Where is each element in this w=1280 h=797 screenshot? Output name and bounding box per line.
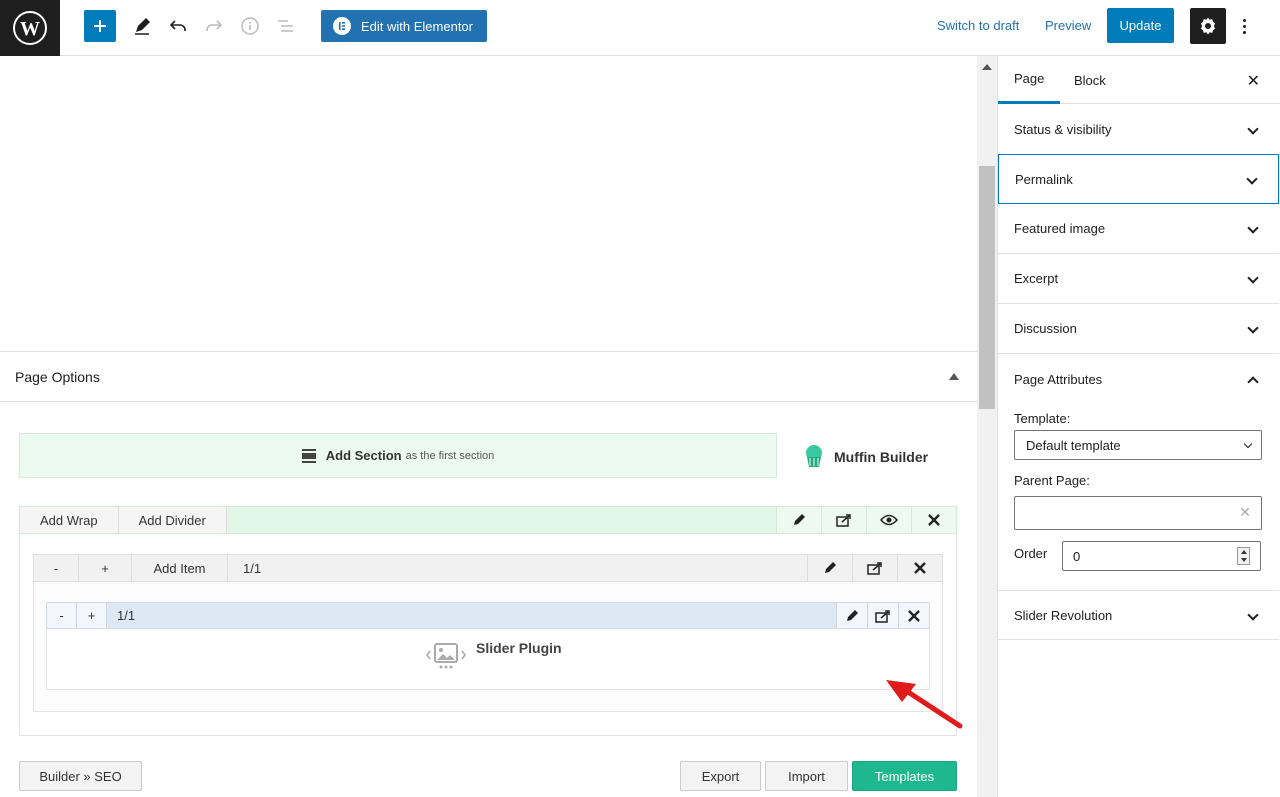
panel-slider-revolution[interactable]: Slider Revolution	[998, 590, 1279, 640]
parent-page-input[interactable]: ✕	[1014, 496, 1262, 530]
edit-pencil-icon[interactable]	[776, 507, 821, 533]
edit-pencil-icon[interactable]	[836, 603, 867, 628]
muffin-icon	[806, 445, 822, 467]
panel-featured-image[interactable]: Featured image	[998, 204, 1279, 254]
chevron-down-icon	[1243, 439, 1253, 449]
edit-with-elementor-button[interactable]: Edit with Elementor	[321, 10, 487, 42]
decrease-size-button[interactable]: -	[47, 603, 77, 628]
wordpress-logo-icon[interactable]: W	[0, 0, 60, 56]
editor-scrollbar[interactable]	[977, 56, 997, 797]
red-arrow-annotation	[886, 680, 963, 729]
panel-label: Featured image	[1014, 221, 1106, 236]
panel-label: Page Attributes	[1014, 371, 1103, 387]
chevron-down-icon	[1247, 322, 1259, 334]
panel-label: Slider Revolution	[1014, 607, 1113, 623]
edit-pencil-icon[interactable]	[124, 10, 160, 42]
template-value: Default template	[1026, 437, 1121, 453]
scroll-up-icon[interactable]	[982, 64, 992, 70]
info-icon[interactable]	[232, 10, 268, 42]
switch-to-draft-button[interactable]: Switch to draft	[937, 18, 1019, 33]
muffin-brand-label: Muffin Builder	[834, 449, 929, 465]
preview-button[interactable]: Preview	[1045, 18, 1091, 33]
close-icon[interactable]	[898, 603, 929, 628]
page-options-title: Page Options	[15, 368, 100, 385]
slider-plugin-item[interactable]: Slider Plugin	[426, 640, 562, 670]
parent-page-label: Parent Page:	[1014, 473, 1090, 488]
section-icon	[301, 448, 316, 463]
slider-image-icon	[426, 643, 466, 669]
decrease-size-button[interactable]: -	[34, 555, 79, 581]
export-button[interactable]: Export	[680, 761, 761, 791]
scrollbar-thumb[interactable]	[979, 166, 995, 409]
elementor-icon	[333, 17, 351, 35]
order-input[interactable]: 0	[1062, 541, 1261, 571]
top-toolbar: W Edit with Elementor Switch to draft Pr…	[0, 0, 1280, 56]
panel-permalink[interactable]: Permalink	[998, 154, 1279, 204]
chevron-down-icon	[1247, 609, 1259, 621]
number-spinner-icon[interactable]	[1237, 547, 1250, 565]
tab-block[interactable]: Block	[1074, 56, 1106, 104]
share-export-icon[interactable]	[821, 507, 866, 533]
item-toolbar: - + Add Item 1/1	[33, 554, 943, 582]
builder-seo-button[interactable]: Builder » SEO	[19, 761, 142, 791]
import-button[interactable]: Import	[765, 761, 848, 791]
muffin-builder-logo: Muffin Builder	[800, 443, 928, 471]
template-select[interactable]: Default template	[1014, 430, 1262, 460]
close-icon[interactable]	[897, 555, 942, 581]
panel-label: Excerpt	[1014, 271, 1059, 286]
slider-plugin-title: Slider Plugin	[476, 640, 562, 656]
increase-size-button[interactable]: +	[79, 555, 132, 581]
redo-icon[interactable]	[196, 10, 232, 42]
share-export-icon[interactable]	[852, 555, 897, 581]
chevron-down-icon	[1247, 272, 1259, 284]
settings-gear-icon[interactable]	[1190, 8, 1226, 44]
add-item-button[interactable]: Add Item	[132, 555, 228, 581]
chevron-down-icon	[1246, 173, 1258, 185]
collapse-triangle-icon[interactable]	[949, 373, 959, 380]
panel-label: Discussion	[1014, 321, 1077, 336]
add-divider-button[interactable]: Add Divider	[118, 507, 227, 533]
svg-text:W: W	[20, 18, 40, 40]
panel-label: Permalink	[1015, 171, 1073, 187]
templates-button[interactable]: Templates	[852, 761, 957, 791]
template-label: Template:	[1014, 411, 1071, 426]
eye-icon[interactable]	[866, 507, 911, 533]
wrap-toolbar: Add Wrap Add Divider	[19, 506, 957, 534]
close-icon[interactable]	[911, 507, 956, 533]
add-section-label: Add Section	[325, 448, 402, 463]
edit-pencil-icon[interactable]	[807, 555, 852, 581]
add-section-button[interactable]: Add Section as the first section	[19, 433, 777, 478]
slider-size-label: 1/1	[117, 608, 136, 623]
update-button[interactable]: Update	[1107, 8, 1174, 43]
panel-discussion[interactable]: Discussion	[998, 304, 1279, 354]
undo-icon[interactable]	[160, 10, 196, 42]
more-options-icon[interactable]	[1234, 12, 1254, 40]
panel-excerpt[interactable]: Excerpt	[998, 254, 1279, 304]
add-block-icon[interactable]	[84, 10, 116, 42]
add-wrap-button[interactable]: Add Wrap	[20, 507, 119, 533]
increase-size-button[interactable]: +	[77, 603, 107, 628]
order-label: Order	[1014, 546, 1048, 561]
add-section-sub: as the first section	[405, 449, 495, 462]
slider-element-toolbar: - + 1/1	[46, 602, 930, 629]
chevron-down-icon	[1247, 123, 1259, 135]
sidebar-tabs: Page Block ✕	[998, 56, 1280, 104]
page-options-header[interactable]: Page Options	[0, 351, 977, 402]
elementor-label: Edit with Elementor	[361, 18, 473, 34]
chevron-down-icon	[1247, 222, 1259, 234]
tab-page[interactable]: Page	[998, 56, 1061, 104]
panel-status-visibility[interactable]: Status & visibility	[998, 105, 1279, 155]
item-size-label: 1/1	[243, 560, 262, 576]
order-value: 0	[1073, 548, 1081, 564]
chevron-up-icon	[1247, 376, 1259, 388]
close-sidebar-icon[interactable]: ✕	[1247, 71, 1260, 91]
panel-label: Status & visibility	[1014, 122, 1112, 137]
panel-page-attributes[interactable]: Page Attributes	[998, 354, 1279, 404]
list-view-icon[interactable]	[268, 10, 304, 42]
settings-sidebar: Page Block ✕ Status & visibility Permali…	[997, 56, 1280, 797]
share-export-icon[interactable]	[867, 603, 898, 628]
clear-icon[interactable]: ✕	[1239, 504, 1251, 521]
